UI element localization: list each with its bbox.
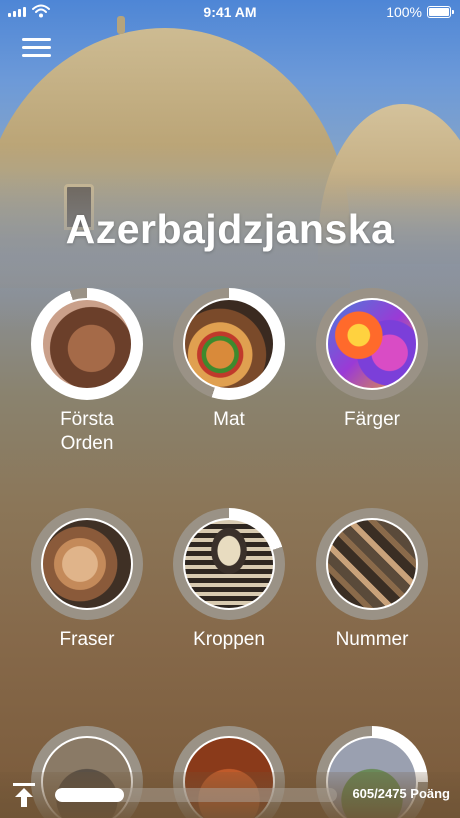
- topic-progress-ring: [31, 288, 143, 400]
- topic-label: Fraser: [59, 629, 115, 650]
- topic-progress-ring: [316, 508, 428, 620]
- topic-image-skeleton: [183, 518, 275, 610]
- topic-label: Mat: [213, 409, 245, 430]
- topic-progress-ring: [31, 508, 143, 620]
- battery-icon: [427, 6, 454, 18]
- topic-label: Färger: [344, 409, 400, 430]
- topic-card-5[interactable]: Nummer: [307, 508, 437, 652]
- menu-icon[interactable]: [22, 36, 52, 60]
- topic-image-smiling-woman: [41, 518, 133, 610]
- language-title: Azerbajdzjanska: [65, 206, 395, 252]
- topic-card-1[interactable]: Mat: [164, 288, 294, 432]
- topic-card-2[interactable]: Färger: [307, 288, 437, 432]
- app-screen: 9:41 AM 100% Azerbajdzjanska Första Orde…: [0, 0, 460, 818]
- topic-label: Kroppen: [193, 629, 265, 650]
- topic-progress-ring: [316, 288, 428, 400]
- scroll-to-top-icon[interactable]: [12, 782, 36, 808]
- topic-image-color-powder: [326, 298, 418, 390]
- topic-progress-ring: [173, 288, 285, 400]
- topic-progress-ring: [173, 508, 285, 620]
- status-bar: 9:41 AM 100%: [0, 0, 460, 24]
- topic-card-3[interactable]: Fraser: [22, 508, 152, 652]
- battery-percent: 100%: [386, 4, 422, 20]
- points-progress-fill: [55, 788, 124, 802]
- topic-card-0[interactable]: Första Orden: [22, 288, 152, 456]
- topic-image-child-face: [41, 298, 133, 390]
- topic-label: Nummer: [335, 629, 409, 650]
- bottom-bar: 605/2475 Poäng: [0, 772, 460, 818]
- topic-image-burger-food: [183, 298, 275, 390]
- topic-image-wooden-numbers: [326, 518, 418, 610]
- topic-card-4[interactable]: Kroppen: [164, 508, 294, 652]
- points-progress-bar: [55, 788, 337, 802]
- topic-label: Första Orden: [60, 409, 114, 454]
- points-text: 605/2475 Poäng: [352, 786, 450, 801]
